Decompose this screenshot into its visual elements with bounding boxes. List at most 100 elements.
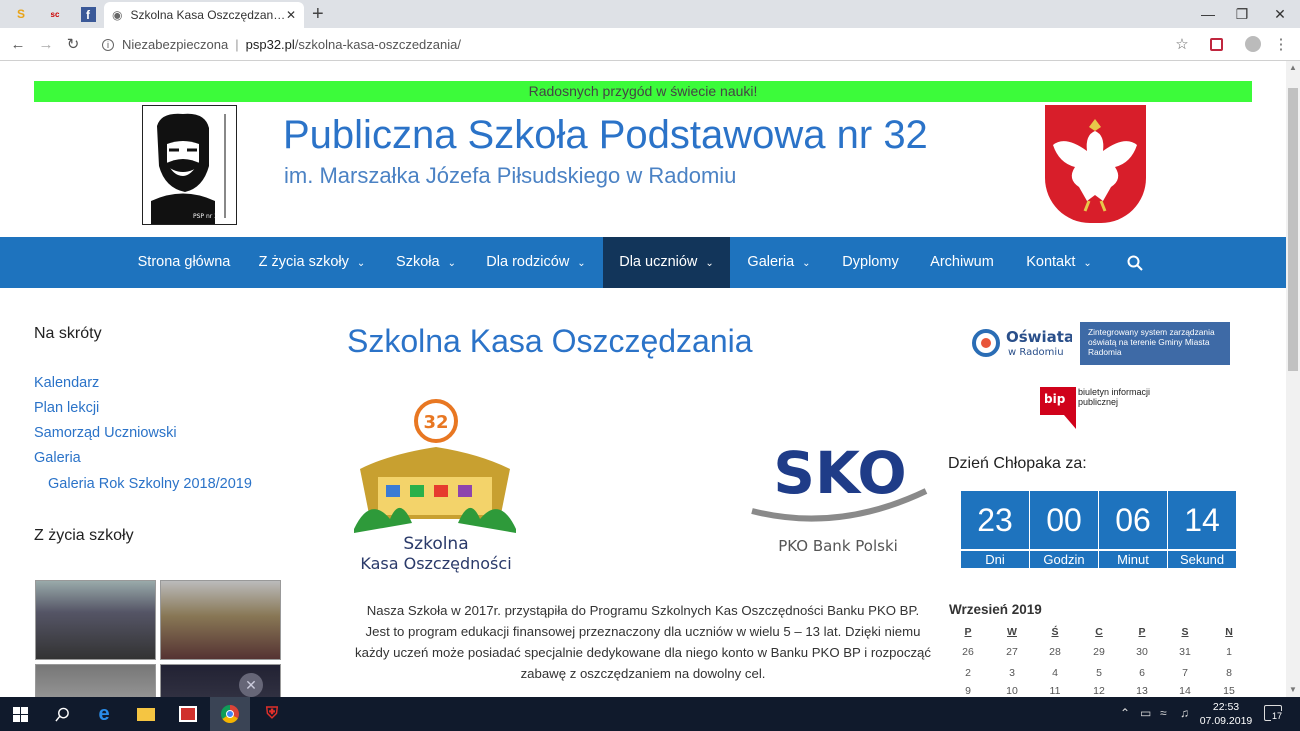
browser-chrome: S sc f ◉ Szkolna Kasa Oszczędzania – Pu …: [0, 0, 1300, 61]
calendar-day[interactable]: 31: [1165, 646, 1205, 658]
calendar-day[interactable]: 2: [948, 667, 988, 679]
pinned-tab-s-icon[interactable]: S: [6, 2, 36, 26]
calendar-day[interactable]: 6: [1122, 667, 1162, 679]
profile-avatar-icon[interactable]: [1243, 34, 1263, 54]
calendar-day[interactable]: 12: [1079, 685, 1119, 697]
countdown-unit: Minut: [1099, 551, 1167, 568]
scroll-up-arrow[interactable]: ▲: [1289, 63, 1297, 72]
calendar-day[interactable]: 15: [1209, 685, 1249, 697]
nav-szkola[interactable]: Szkoła ⌄: [380, 237, 472, 288]
nav-dla-uczniow[interactable]: Dla uczniów ⌄: [603, 237, 730, 288]
calendar-day[interactable]: 3: [992, 667, 1032, 679]
tray-chevron-up-icon[interactable]: ⌃: [1120, 706, 1130, 720]
calendar-day[interactable]: 27: [992, 646, 1032, 658]
site-title[interactable]: Publiczna Szkoła Podstawowa nr 32: [283, 113, 928, 158]
calendar-day[interactable]: 30: [1122, 646, 1162, 658]
calendar-day[interactable]: 4: [1035, 667, 1075, 679]
nav-dla-rodzicow[interactable]: Dla rodziców ⌄: [473, 237, 599, 288]
back-button[interactable]: ←: [8, 34, 28, 54]
close-tab-icon[interactable]: ✕: [286, 8, 296, 22]
chevron-down-icon: ⌄: [1083, 258, 1092, 269]
address-bar[interactable]: i Niezabezpieczona | psp32.pl /szkolna-k…: [92, 31, 1202, 58]
web-page: Radosnych przygód w świecie nauki! PSP n…: [0, 61, 1286, 697]
url-domain: psp32.pl: [245, 37, 295, 52]
search-icon[interactable]: [42, 697, 82, 731]
new-tab-button[interactable]: +: [312, 3, 324, 26]
gallery-thumbnail[interactable]: [35, 580, 156, 660]
edge-icon[interactable]: e: [84, 697, 124, 731]
tab-strip: S sc f ◉ Szkolna Kasa Oszczędzania – Pu …: [0, 0, 1300, 28]
gallery-thumbnail[interactable]: ✕: [160, 664, 281, 697]
nav-label: Dyplomy: [842, 254, 899, 270]
calendar-day[interactable]: 7: [1165, 667, 1205, 679]
calendar-weekday-header: Ś: [1051, 626, 1059, 638]
logo-line-2: Kasa Oszczędności: [360, 554, 511, 573]
bip-text: biuletyn informacji publicznej: [1078, 387, 1151, 407]
nav-strona-glowna[interactable]: Strona główna: [124, 237, 244, 288]
volume-icon[interactable]: ♫: [1180, 706, 1189, 720]
system-clock[interactable]: 22:53 07.09.2019: [1196, 700, 1256, 728]
nav-archiwum[interactable]: Archiwum: [914, 237, 1010, 288]
gift-app-icon[interactable]: [168, 697, 208, 731]
file-explorer-icon[interactable]: [126, 697, 166, 731]
bip-logo[interactable]: bip biuletyn informacji publicznej: [1040, 385, 1180, 430]
countdown-hours: 00 Godzin: [1030, 491, 1098, 569]
page-scrollbar[interactable]: ▲ ▼: [1286, 61, 1300, 697]
article-line: Nasza Szkoła w 2017r. przystąpiła do Pro…: [366, 603, 920, 618]
gallery-thumbnail[interactable]: [35, 664, 156, 697]
close-window-button[interactable]: ✕: [1260, 2, 1300, 26]
oswiata-logo[interactable]: Oświata w Radomiu: [972, 323, 1074, 363]
calendar-day[interactable]: 9: [948, 685, 988, 697]
battery-icon[interactable]: ▭: [1140, 706, 1151, 720]
chrome-icon[interactable]: [210, 697, 250, 731]
extension-icon[interactable]: [1206, 34, 1226, 54]
maximize-button[interactable]: ❐: [1222, 2, 1262, 26]
pinned-tab-facebook-icon[interactable]: f: [73, 2, 103, 26]
nav-kontakt[interactable]: Kontakt ⌄: [1011, 237, 1107, 288]
countdown-seconds: 14 Sekund: [1168, 491, 1236, 569]
link-plan-lekcji[interactable]: Plan lekcji: [34, 400, 99, 416]
info-icon[interactable]: i: [102, 38, 114, 51]
calendar-day[interactable]: 13: [1122, 685, 1162, 697]
nav-dyplomy[interactable]: Dyplomy: [828, 237, 913, 288]
gallery-thumbnail[interactable]: [160, 580, 281, 660]
scrollbar-thumb[interactable]: [1288, 88, 1298, 371]
link-kalendarz[interactable]: Kalendarz: [34, 375, 99, 391]
school-patron-portrait-logo[interactable]: PSP nr 32: [142, 105, 237, 225]
link-galeria[interactable]: Galeria: [34, 450, 81, 466]
calendar-weekday-header: C: [1095, 626, 1103, 638]
search-icon[interactable]: [1120, 237, 1150, 288]
security-label: Niezabezpieczona: [122, 37, 229, 52]
calendar-day[interactable]: 26: [948, 646, 988, 658]
calendar-day[interactable]: 5: [1079, 667, 1119, 679]
notification-count: 17: [1271, 711, 1284, 721]
forward-button[interactable]: →: [36, 34, 56, 54]
calendar-day[interactable]: 10: [992, 685, 1032, 697]
bookmark-star-icon[interactable]: ☆: [1172, 34, 1192, 54]
active-tab[interactable]: ◉ Szkolna Kasa Oszczędzania – Pu ✕: [104, 2, 304, 28]
notification-center-icon[interactable]: 17: [1264, 705, 1284, 721]
security-shield-icon[interactable]: ⛨: [252, 697, 292, 731]
calendar-day[interactable]: 29: [1079, 646, 1119, 658]
chevron-down-icon: ⌄: [705, 258, 714, 269]
link-samorzad[interactable]: Samorząd Uczniowski: [34, 425, 177, 441]
calendar-day[interactable]: 1: [1209, 646, 1249, 658]
wifi-icon[interactable]: ≈: [1160, 706, 1167, 720]
calendar-day[interactable]: 14: [1165, 685, 1205, 697]
logo-number: 32: [423, 412, 448, 433]
link-galeria-2018-2019[interactable]: Galeria Rok Szkolny 2018/2019: [48, 476, 252, 492]
close-overlay-icon[interactable]: ✕: [239, 673, 263, 697]
calendar-title: Wrzesień 2019: [949, 602, 1042, 617]
reload-button[interactable]: ↻: [63, 34, 83, 54]
nav-galeria[interactable]: Galeria ⌄: [731, 237, 827, 288]
oswiata-system-banner[interactable]: Zintegrowany system zarządzania oświatą …: [1080, 322, 1230, 365]
menu-kebab-icon[interactable]: ⋮: [1271, 34, 1291, 54]
calendar-day[interactable]: 8: [1209, 667, 1249, 679]
scroll-down-arrow[interactable]: ▼: [1289, 685, 1297, 694]
calendar-day[interactable]: 28: [1035, 646, 1075, 658]
nav-z-zycia-szkoly[interactable]: Z życia szkoły ⌄: [245, 237, 379, 288]
clock-date: 07.09.2019: [1199, 715, 1253, 727]
windows-start-icon[interactable]: [0, 697, 40, 731]
pinned-tab-sc-icon[interactable]: sc: [40, 2, 70, 26]
calendar-day[interactable]: 11: [1035, 685, 1075, 697]
